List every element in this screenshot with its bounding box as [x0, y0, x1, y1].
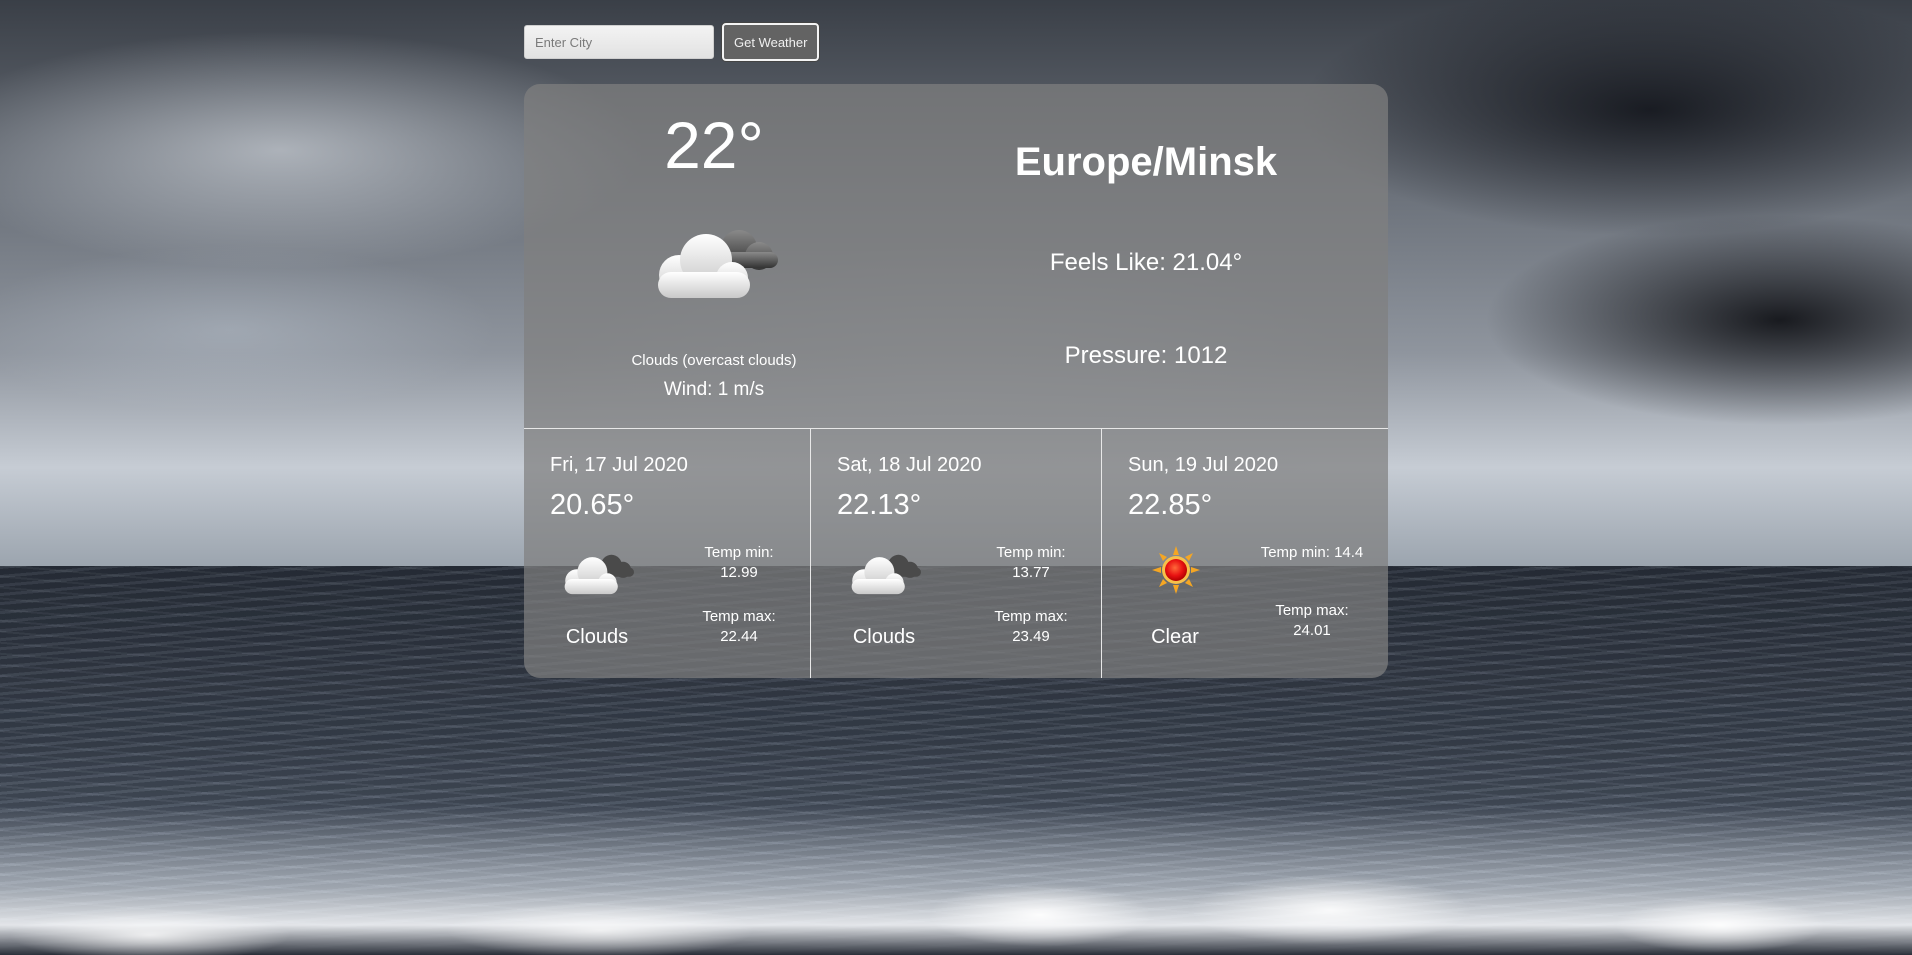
forecast-date: Sat, 18 Jul 2020 — [837, 454, 982, 476]
city-input[interactable] — [524, 25, 714, 59]
temp-min-label: Temp min: 14.4 — [1260, 544, 1364, 561]
forecast: Fri, 17 Jul 2020 20.65° Temp min: 12.99 … — [524, 429, 1388, 678]
city-name: Europe/Minsk — [1014, 140, 1278, 184]
forecast-condition: Clouds — [852, 626, 916, 648]
current-summary: 22° Clouds (overcast clouds) Wind: 1 m/s — [524, 84, 904, 428]
forecast-condition: Clear — [1151, 626, 1199, 648]
wave-foam — [0, 805, 1912, 955]
forecast-date: Fri, 17 Jul 2020 — [550, 454, 688, 476]
temp-max: Temp max: 24.01 — [1237, 601, 1387, 641]
temp-min-value: 12.99 — [720, 564, 758, 581]
temp-max: Temp max: 23.49 — [966, 607, 1096, 647]
temp-min-label: Temp min: — [996, 544, 1066, 561]
temp-min: Temp min: 14.4 — [1237, 543, 1387, 563]
cloud-icon — [658, 230, 778, 298]
temp-max-value: 22.44 — [720, 628, 758, 645]
current-temp: 22° — [664, 108, 764, 182]
current-details: Europe/Minsk Feels Like: 21.04° Pressure… — [904, 84, 1388, 428]
current-wind: Wind: 1 m/s — [663, 379, 765, 400]
weather-card: 22° Clouds (overcast clouds) Wind: 1 m/s… — [524, 84, 1388, 678]
forecast-day: Sun, 19 Jul 2020 22.85° Temp min: 14.4 T… — [1101, 429, 1388, 678]
temp-max-value: 24.01 — [1293, 622, 1331, 639]
current-weather: 22° Clouds (overcast clouds) Wind: 1 m/s… — [524, 84, 1388, 429]
temp-min: Temp min: 13.77 — [966, 543, 1096, 583]
get-weather-button[interactable]: Get Weather — [722, 23, 820, 61]
forecast-temp: 20.65° — [550, 489, 635, 521]
forecast-condition: Clouds — [565, 626, 629, 648]
temp-max-value: 23.49 — [1012, 628, 1050, 645]
sun-icon — [1152, 546, 1200, 594]
temp-max-label: Temp max: — [1275, 602, 1349, 619]
forecast-day: Sat, 18 Jul 2020 22.13° Temp min: 13.77 … — [810, 429, 1102, 678]
city-search-form: Get Weather — [524, 23, 820, 61]
cloud-icon — [564, 554, 634, 595]
feels-like: Feels Like: 21.04° — [1049, 249, 1243, 276]
cloud-icon — [851, 554, 921, 595]
forecast-day: Fri, 17 Jul 2020 20.65° Temp min: 12.99 … — [524, 429, 810, 678]
current-description: Clouds (overcast clouds) — [631, 352, 797, 369]
temp-max: Temp max: 22.44 — [674, 607, 804, 647]
forecast-temp: 22.13° — [837, 489, 922, 521]
pressure: Pressure: 1012 — [1064, 342, 1228, 369]
temp-min-value: 13.77 — [1012, 564, 1050, 581]
temp-max-label: Temp max: — [702, 608, 776, 625]
temp-max-label: Temp max: — [994, 608, 1068, 625]
temp-min-label: Temp min: — [704, 544, 774, 561]
forecast-date: Sun, 19 Jul 2020 — [1128, 454, 1279, 476]
forecast-temp: 22.85° — [1128, 489, 1213, 521]
temp-min: Temp min: 12.99 — [674, 543, 804, 583]
